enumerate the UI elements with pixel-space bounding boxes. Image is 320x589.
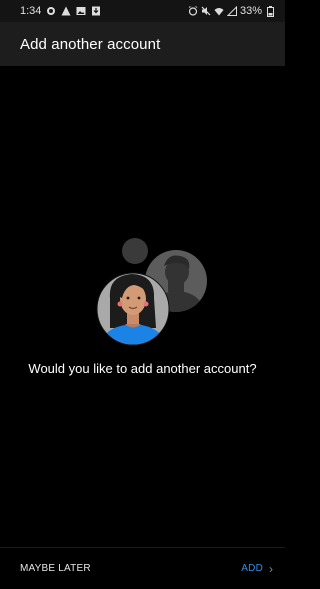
app-bar: Add another account: [0, 22, 285, 66]
chevron-right-icon: ›: [269, 561, 273, 576]
battery-text: 33%: [239, 5, 262, 17]
download-icon: [91, 6, 101, 16]
status-left: 1:34: [20, 5, 101, 17]
small-bubble: [122, 238, 148, 264]
wifi-icon: [214, 6, 224, 16]
status-time: 1:34: [20, 5, 42, 17]
woman-avatar-icon: [96, 272, 170, 346]
battery-icon: [265, 5, 275, 17]
alarm-icon: [188, 6, 198, 16]
mute-icon: [201, 6, 211, 16]
status-bar: 1:34 33%: [0, 0, 285, 22]
whatsapp-icon: [46, 6, 56, 16]
maybe-later-button[interactable]: MAYBE LATER: [20, 563, 91, 574]
signal-icon: [226, 6, 237, 16]
screen: 1:34 33% Add another account Would you l…: [0, 0, 285, 589]
add-account-illustration: [92, 236, 212, 348]
add-account-prompt: Would you like to add another account?: [28, 361, 257, 376]
alert-icon: [61, 6, 71, 16]
image-icon: [76, 6, 86, 16]
bottom-action-bar: MAYBE LATER ADD ›: [0, 547, 285, 589]
status-right: 33%: [188, 5, 275, 17]
page-title: Add another account: [20, 35, 161, 53]
add-button[interactable]: ADD ›: [241, 562, 273, 576]
add-button-label: ADD: [241, 563, 263, 574]
